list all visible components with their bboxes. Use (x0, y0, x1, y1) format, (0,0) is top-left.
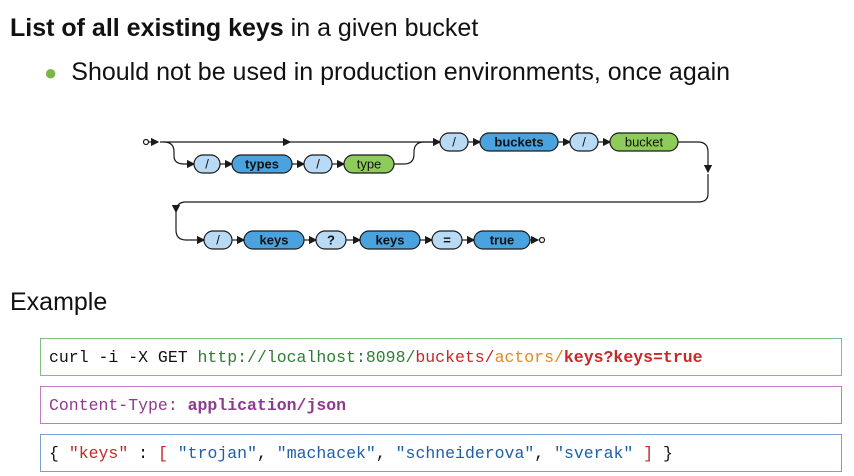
end-terminal (538, 236, 546, 244)
node-label: buckets (494, 135, 543, 150)
json-close: } (653, 444, 673, 463)
node-label: / (216, 233, 220, 248)
header-value: application/json (187, 396, 347, 415)
json-key: "keys" (68, 444, 129, 463)
bullet-item: ● Should not be used in production enviro… (44, 58, 730, 87)
json-value: "machacek" (276, 444, 376, 463)
json-open: { (49, 444, 69, 463)
slide-heading: List of all existing keys in a given buc… (10, 14, 478, 43)
json-value: "schneiderova" (395, 444, 535, 463)
json-comma: , (256, 444, 277, 463)
node-label: / (582, 135, 586, 150)
curl-cmd: curl -i -X GET (49, 348, 198, 367)
header-key: Content-Type: (49, 396, 188, 415)
node-label: true (490, 233, 515, 248)
example-heading: Example (10, 288, 108, 316)
json-lbracket: [ (157, 444, 178, 463)
node-label: bucket (625, 135, 664, 150)
curl-command-box: curl -i -X GET http://localhost:8098/buc… (40, 338, 842, 376)
node-label: = (443, 233, 451, 248)
node-label: keys (260, 233, 289, 248)
node-label: / (316, 157, 320, 172)
syntax-diagram: / types / type / buckets / bucket / keys… (142, 132, 713, 250)
curl-host: http://localhost:8098/ (197, 348, 416, 367)
bullet-text: Should not be used in production environ… (71, 58, 731, 86)
heading-rest: in a given bucket (283, 14, 479, 42)
response-header-box: Content-Type: application/json (40, 386, 842, 424)
json-comma: , (534, 444, 555, 463)
json-rbracket: ] (633, 444, 654, 463)
json-value: "trojan" (177, 444, 257, 463)
bullet-dot-icon: ● (44, 60, 58, 85)
heading-bold: List of all existing keys (10, 14, 284, 42)
node-label: / (205, 157, 209, 172)
node-label: keys (376, 233, 405, 248)
node-label: / (452, 135, 456, 150)
json-comma: , (375, 444, 396, 463)
start-terminal (142, 138, 150, 146)
curl-buckets: buckets/ (415, 348, 495, 367)
curl-actors: actors/ (494, 348, 564, 367)
node-label: type (357, 157, 382, 172)
json-value: "sverak" (554, 444, 634, 463)
response-body-box: { "keys" : [ "trojan", "machacek", "schn… (40, 434, 842, 472)
json-colon: : (128, 444, 158, 463)
curl-keys: keys?keys=true (563, 348, 703, 367)
node-label: ? (327, 233, 335, 248)
node-label: types (245, 157, 279, 172)
